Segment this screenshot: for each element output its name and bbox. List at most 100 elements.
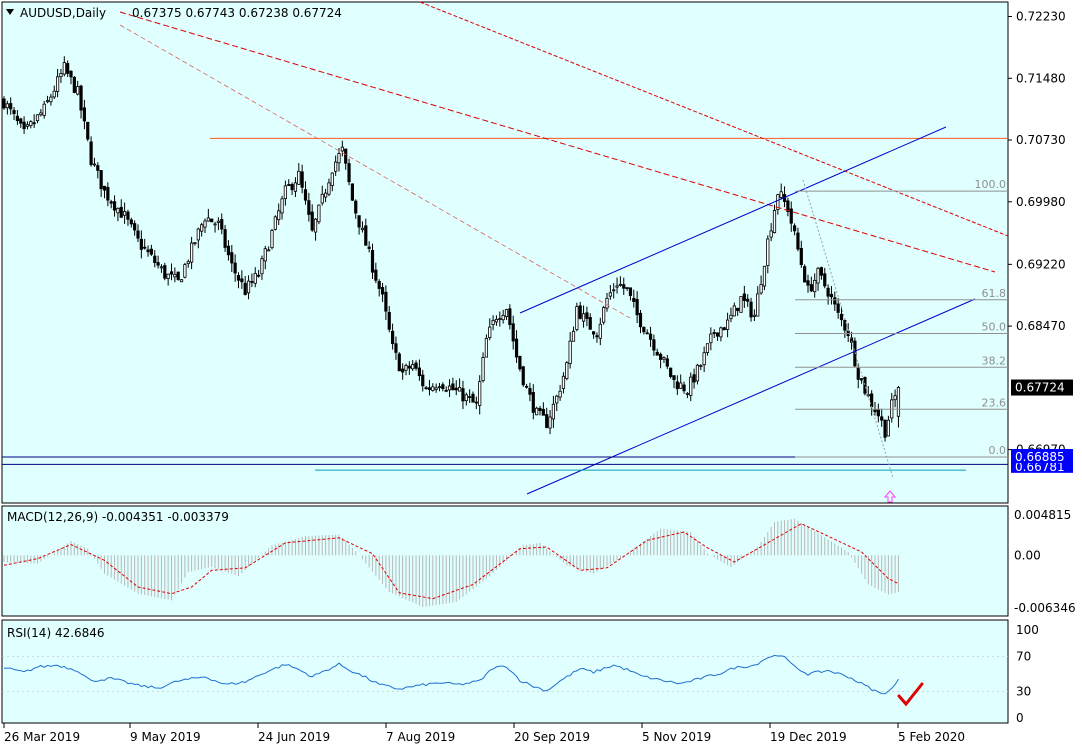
candle-body (102, 185, 107, 191)
rsi-y-tick-label: 0 (1016, 711, 1024, 725)
candle-body (337, 153, 341, 164)
candle-body (494, 318, 499, 323)
candle-body (518, 355, 522, 370)
candle-body (347, 163, 351, 183)
candle-body (350, 183, 355, 201)
candle-body (799, 247, 803, 266)
candle-body (803, 266, 807, 283)
candle-body (511, 323, 515, 342)
candle-body (568, 340, 572, 365)
candle-body (240, 278, 244, 283)
candle-body (123, 211, 127, 216)
candle-body (360, 227, 365, 231)
candle-body (504, 309, 509, 317)
candle-body (52, 90, 56, 98)
candle-body (548, 416, 552, 429)
candle-body (545, 414, 549, 428)
candle-body (82, 107, 86, 122)
candle-body (839, 313, 844, 321)
x-tick-label: 26 Mar 2019 (4, 730, 80, 744)
candle-body (256, 274, 261, 277)
candle-body (330, 172, 334, 186)
candle-body (645, 332, 649, 335)
candle-body (32, 122, 36, 125)
candle-body (397, 353, 401, 372)
candle-body (323, 192, 328, 198)
candle-body (555, 395, 559, 404)
candle-body (216, 220, 220, 223)
price-tags: 0.677240.667810.66885 (1011, 379, 1073, 474)
candle-body (628, 287, 633, 296)
candle-body (129, 219, 133, 225)
y-tick-label: 0.72230 (1016, 10, 1066, 24)
candle-body (468, 396, 472, 398)
candle-body (112, 201, 117, 211)
candle-body (126, 211, 130, 220)
candle-body (424, 387, 428, 390)
candle-body (390, 330, 395, 344)
candle-body (431, 386, 435, 391)
candle-body (672, 375, 676, 381)
candle-body (79, 85, 83, 111)
candle-body (622, 284, 626, 289)
candle-body (210, 218, 214, 223)
macd-y-tick-label: 0.004815 (1014, 508, 1071, 522)
candle-body (189, 242, 194, 263)
candle-body (283, 185, 288, 200)
candle-body (203, 220, 207, 228)
candle-body (829, 293, 834, 298)
candle-body (226, 245, 231, 256)
candle-body (689, 376, 693, 396)
candle-body (69, 70, 73, 78)
candle-body (726, 319, 730, 330)
y-axis-labels: 0.72230 0.71480 0.70730 0.69980 0.69220 0.684… (1008, 10, 1076, 725)
rsi-y-tick-label: 70 (1016, 649, 1031, 663)
candle-body (297, 170, 301, 185)
candle-body (789, 208, 793, 224)
candle-body (876, 408, 880, 417)
candle-body (220, 219, 224, 230)
y-tick-label: 0.68470 (1016, 319, 1066, 333)
candle-body (521, 366, 525, 386)
candle-body (233, 262, 237, 274)
candle-body (367, 246, 371, 249)
candle-body (652, 339, 656, 351)
candle-body (370, 250, 375, 273)
candle-body (772, 210, 777, 234)
candle-body (457, 387, 462, 392)
candle-body (679, 382, 683, 389)
candle-body (541, 408, 545, 416)
candle-body (592, 331, 596, 335)
candle-body (149, 248, 153, 255)
candle-body (464, 394, 468, 402)
candle-body (709, 333, 713, 344)
x-tick-label: 20 Sep 2019 (514, 730, 590, 744)
candle-body (116, 207, 120, 214)
candle-body (793, 225, 797, 232)
candle-body (66, 63, 70, 74)
candle-body (156, 262, 160, 266)
fib-level-label: 0.0 (989, 444, 1007, 457)
candle-body (447, 385, 452, 391)
candle-body (159, 266, 164, 269)
candle-body (759, 283, 763, 294)
candle-body (612, 289, 616, 292)
candle-body (538, 407, 542, 411)
x-tick-label: 5 Feb 2020 (898, 730, 965, 744)
candle-body (498, 318, 502, 321)
candle-body (320, 193, 324, 204)
chart-container: 100.0 61.8 50.0 38.2 23.6 0.0 AUDUSD,Daily 0.… (0, 0, 1082, 751)
candle-body (896, 387, 901, 417)
x-tick-label: 5 Nov 2019 (642, 730, 711, 744)
candle-body (732, 305, 736, 317)
candle-body (334, 161, 338, 172)
macd-pane-title: MACD(12,26,9) -0.004351 -0.003379 (7, 510, 229, 524)
candle-body (72, 77, 76, 93)
candle-body (806, 280, 810, 286)
candle-body (491, 320, 495, 325)
candle-body (571, 330, 576, 342)
candle-body (246, 280, 251, 294)
fib-level-label: 38.2 (982, 354, 1007, 367)
macd-y-tick-label: -0.006346 (1014, 601, 1076, 615)
candle-body (886, 419, 891, 437)
